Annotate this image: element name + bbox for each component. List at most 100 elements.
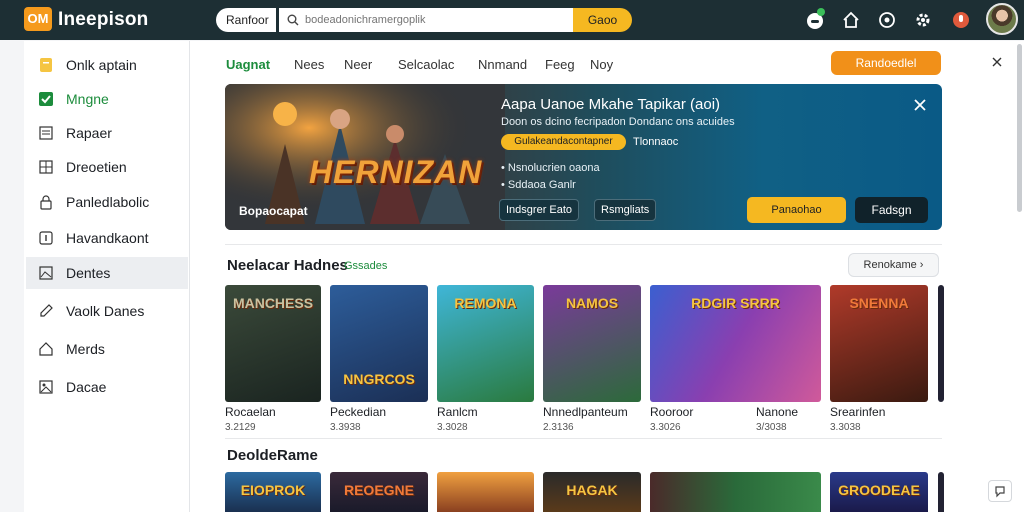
feedback-button[interactable] [988,480,1012,502]
game-thumbnail: SNENNA [830,285,928,402]
banner-subtitle: Doon os dcino fecripadon Dondanc ons acu… [501,116,735,128]
game-thumbnail[interactable] [437,472,534,512]
tab-nees[interactable]: Nees [294,57,324,72]
list-icon [39,126,53,140]
game-card[interactable]: NAMOS Nnnedlpanteum 2.3136 [543,285,641,433]
banner-chip[interactable]: Rsmgliats [594,199,657,221]
game-card[interactable]: NNGRCOS Peckedian 3.3938 [330,285,428,433]
tab-noy[interactable]: Noy [590,57,613,72]
sidebar-item-vaolk-danes[interactable]: Vaolk Danes [26,295,188,327]
grid-icon [39,160,53,174]
search-box[interactable] [279,8,573,32]
pen-icon [40,304,53,317]
sidebar-item-dacae[interactable]: Dacae [26,371,188,403]
game-rating: 3.2129 [225,422,256,433]
checkbox-icon [39,92,53,106]
home-icon[interactable] [840,9,862,31]
game-name: Nnnedlpanteum [543,405,628,419]
section-divider [225,244,942,245]
game-name: Srearinfen [830,405,886,419]
sidebar-item-dentes[interactable]: Dentes [26,257,188,289]
search-input[interactable] [305,14,565,26]
banner-bullet: • Sddaoa Ganlr [501,179,576,191]
sidebar-item-dreoetien[interactable]: Dreoetien [26,151,188,183]
game-thumbnail: NAMOS [543,285,641,402]
section-divider [225,438,942,439]
sidebar-item-label: Dacae [66,379,107,395]
sidebar-item-label: Vaolk Danes [66,303,145,319]
sidebar-item-label: Dreoetien [66,159,127,175]
game-thumbnail[interactable]: REOEGNE [330,472,428,512]
tab-neer[interactable]: Neer [344,57,372,72]
search-filter-select[interactable]: Ranfoor [216,8,276,32]
sidebar-item-label: Panledlabolic [66,194,150,210]
section-title: DeoldeRame [227,447,318,464]
game-thumbnail [756,285,816,402]
banner-primary-button[interactable]: Panaohao [747,197,846,223]
see-more-button[interactable]: Renokame › [848,253,939,277]
game-card[interactable]: Nanone 3/3038 [756,285,816,433]
notification-icon[interactable] [950,9,972,31]
sidebar-item-label: Rapaer [66,125,112,141]
game-name: Nanone [756,405,799,419]
scrollbar[interactable] [1017,44,1022,212]
sidebar-item-label: Onlk aptain [66,57,137,73]
search-button[interactable]: Gaoo [573,8,632,32]
featured-banner[interactable]: HERNIZAN Bopaocapat Aapa Uanoe Mkahe Tap… [225,84,942,230]
cta-button[interactable]: Randoedlel [831,51,941,75]
banner-close-icon[interactable] [913,98,927,112]
sidebar-item-onlk-aptain[interactable]: Onlk aptain [26,49,188,81]
search-icon [287,14,299,26]
tab-selcaolac[interactable]: Selcaolac [398,57,454,72]
app-logo[interactable]: OM [24,7,52,31]
game-card[interactable] [938,285,944,402]
top-bar: OM Ineepison Ranfoor Gaoo [0,0,1024,40]
close-icon[interactable] [990,55,1004,69]
sidebar-item-label: Mngne [66,91,109,107]
note-icon [40,58,52,72]
tab-uagnat[interactable]: Uagnat [226,57,270,72]
sidebar-item-rapaer[interactable]: Rapaer [26,117,188,149]
game-thumbnail[interactable]: HAGAK [543,472,641,512]
game-card[interactable]: REMONA Ranlcm 3.3028 [437,285,534,433]
banner-game-logo: HERNIZAN [309,154,483,190]
game-thumbnail [938,285,944,402]
avatar[interactable] [986,3,1018,35]
notification-dot [817,8,825,16]
game-card[interactable]: SNENNA Srearinfen 3.3038 [830,285,928,433]
settings-icon[interactable] [912,9,934,31]
game-thumbnail[interactable]: GROODEAE [830,472,928,512]
sidebar-item-merds[interactable]: Merds [26,333,188,365]
tab-feeg[interactable]: Feeg [545,57,575,72]
sidebar: Onlk aptain Mngne Rapaer Dreoetien Panle… [24,41,190,512]
game-rating: 3.3938 [330,422,361,433]
banner-secondary-button[interactable]: Fadsgn [855,197,928,223]
section-tag[interactable]: Gssades [344,260,387,272]
game-thumbnail: REMONA [437,285,534,402]
app-title: Ineepison [58,9,149,30]
feedback-icon [995,486,1005,498]
main-content: Uagnat Nees Neer Selcaolac Nnmand Feeg N… [190,41,1024,512]
tab-nnmand[interactable]: Nnmand [478,57,527,72]
banner-chip[interactable]: Indsgrer Eato [499,199,580,221]
sidebar-item-mngne[interactable]: Mngne [26,83,188,115]
sidebar-item-label: Dentes [66,265,111,281]
sidebar-item-panledlabolic[interactable]: Panledlabolic [26,186,188,218]
lock-icon [40,195,52,210]
banner-pill[interactable]: Gulakeandacontapner [501,134,626,150]
game-name: Rocaelan [225,405,276,419]
game-thumbnail[interactable]: EIOPROK [225,472,321,512]
banner-caption: Bopaocapat [239,204,308,218]
game-rating: 3/3038 [756,422,787,433]
headset-icon[interactable] [876,9,898,31]
banner-title: Aapa Uanoe Mkahe Tapikar (aoi) [501,96,721,113]
game-rating: 3.3038 [830,422,861,433]
game-card[interactable]: MANCHESS Rocaelan 3.2129 [225,285,321,433]
sidebar-item-label: Merds [66,341,105,357]
game-thumbnail[interactable] [650,472,821,512]
house-icon [39,342,53,356]
game-name: Ranlcm [437,405,478,419]
game-thumbnail[interactable] [938,472,944,512]
sidebar-item-havandkaont[interactable]: Havandkaont [26,222,188,254]
game-thumbnail: NNGRCOS [330,285,428,402]
